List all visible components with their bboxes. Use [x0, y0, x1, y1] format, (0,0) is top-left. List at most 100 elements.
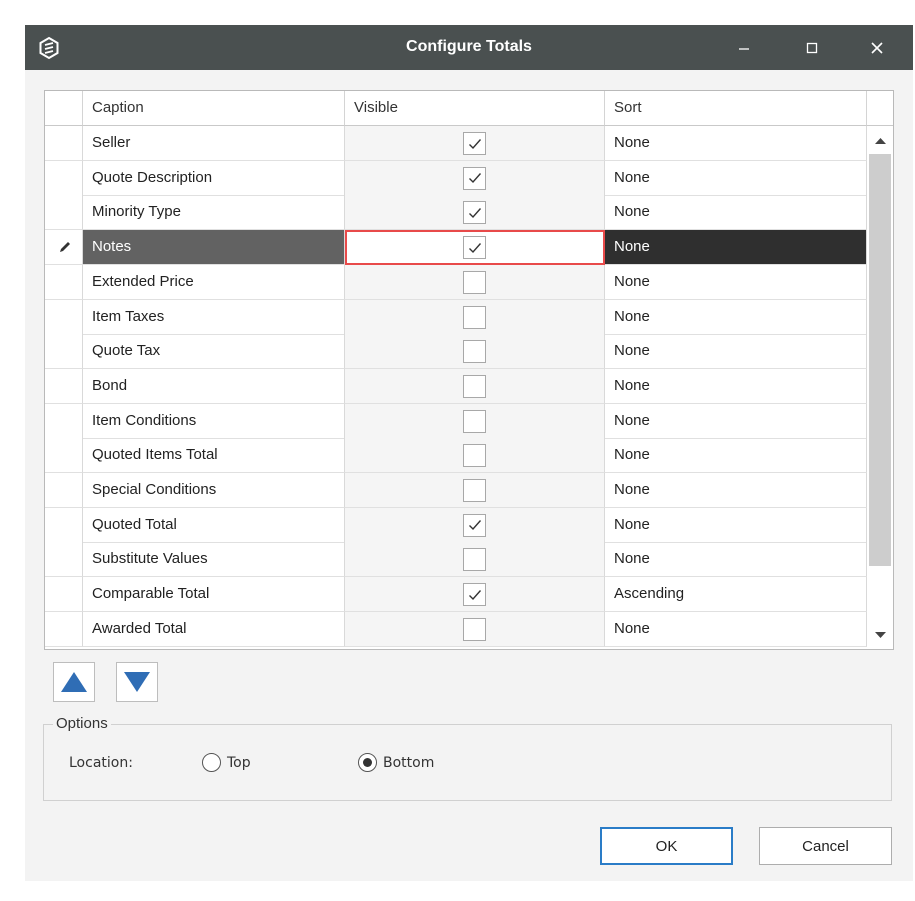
caption-cell[interactable]: Notes: [83, 230, 345, 266]
sort-cell[interactable]: None: [605, 542, 867, 578]
sort-cell[interactable]: None: [605, 611, 867, 647]
sort-cell[interactable]: None: [605, 507, 867, 543]
caption-cell[interactable]: Minority Type: [83, 195, 345, 231]
sort-cell[interactable]: Ascending: [605, 577, 867, 613]
sort-cell[interactable]: None: [605, 368, 867, 404]
row-indicator[interactable]: [45, 230, 83, 266]
sort-cell[interactable]: None: [605, 195, 867, 231]
caption-cell[interactable]: Item Taxes: [83, 299, 345, 335]
visible-checkbox[interactable]: [463, 409, 486, 433]
visible-cell[interactable]: [345, 577, 605, 613]
row-indicator[interactable]: [45, 126, 83, 161]
visible-checkbox[interactable]: [463, 583, 486, 607]
move-down-button[interactable]: [116, 662, 158, 702]
move-up-button[interactable]: [53, 662, 95, 702]
title-bar[interactable]: Configure Totals: [25, 25, 913, 70]
visible-cell[interactable]: [345, 264, 605, 300]
table-row[interactable]: Item Taxes None: [45, 299, 867, 335]
row-indicator[interactable]: [45, 264, 83, 300]
visible-checkbox[interactable]: [463, 305, 486, 329]
visible-cell[interactable]: [345, 160, 605, 196]
sort-cell[interactable]: None: [605, 264, 867, 300]
visible-checkbox[interactable]: [463, 270, 486, 294]
caption-cell[interactable]: Special Conditions: [83, 473, 345, 508]
radio-circle-top[interactable]: [202, 753, 221, 772]
sort-cell[interactable]: None: [605, 438, 867, 474]
row-indicator[interactable]: [45, 160, 83, 196]
radio-circle-bottom[interactable]: [358, 753, 377, 772]
caption-cell[interactable]: Quote Tax: [83, 334, 345, 370]
visible-cell[interactable]: [345, 299, 605, 335]
maximize-button[interactable]: [789, 25, 835, 70]
scroll-up-icon[interactable]: [875, 137, 886, 145]
visible-checkbox[interactable]: [463, 132, 486, 155]
sort-cell[interactable]: None: [605, 160, 867, 196]
caption-cell[interactable]: Item Conditions: [83, 403, 345, 439]
row-indicator[interactable]: [45, 611, 83, 647]
sort-cell[interactable]: None: [605, 299, 867, 335]
row-indicator[interactable]: [45, 542, 83, 578]
table-row[interactable]: Comparable Total Ascending: [45, 577, 867, 613]
visible-cell[interactable]: [345, 334, 605, 370]
visible-cell[interactable]: [345, 368, 605, 404]
table-row[interactable]: Quote Description None: [45, 160, 867, 196]
table-row[interactable]: Awarded Total None: [45, 611, 867, 647]
caption-cell[interactable]: Quoted Items Total: [83, 438, 345, 474]
row-indicator[interactable]: [45, 195, 83, 231]
caption-cell[interactable]: Extended Price: [83, 264, 345, 300]
visible-cell[interactable]: [345, 611, 605, 647]
row-indicator[interactable]: [45, 403, 83, 439]
table-row[interactable]: Quote Tax None: [45, 334, 867, 370]
table-row[interactable]: Extended Price None: [45, 264, 867, 300]
visible-cell[interactable]: [345, 403, 605, 439]
cancel-button[interactable]: Cancel: [759, 827, 892, 865]
column-header-visible[interactable]: Visible: [345, 91, 605, 126]
row-indicator[interactable]: [45, 438, 83, 474]
visible-checkbox[interactable]: [463, 479, 486, 502]
table-row[interactable]: Bond None: [45, 368, 867, 404]
caption-cell[interactable]: Substitute Values: [83, 542, 345, 578]
row-indicator[interactable]: [45, 334, 83, 370]
caption-cell[interactable]: Awarded Total: [83, 611, 345, 647]
ok-button[interactable]: OK: [600, 827, 733, 865]
sort-cell[interactable]: None: [605, 334, 867, 370]
location-radio-bottom[interactable]: Bottom: [358, 753, 434, 772]
visible-cell[interactable]: [345, 126, 605, 161]
totals-grid[interactable]: Caption Visible Sort Seller None Quote Des…: [44, 90, 894, 650]
row-indicator[interactable]: [45, 299, 83, 335]
visible-checkbox[interactable]: [463, 513, 486, 537]
visible-checkbox[interactable]: [463, 236, 486, 260]
minimize-button[interactable]: [721, 25, 767, 70]
visible-checkbox[interactable]: [463, 374, 486, 398]
column-header-sort[interactable]: Sort: [605, 91, 867, 126]
caption-cell[interactable]: Seller: [83, 126, 345, 161]
caption-cell[interactable]: Quote Description: [83, 160, 345, 196]
sort-cell[interactable]: None: [605, 403, 867, 439]
row-indicator[interactable]: [45, 473, 83, 508]
caption-cell[interactable]: Comparable Total: [83, 577, 345, 613]
location-radio-top[interactable]: Top: [202, 753, 251, 772]
table-row[interactable]: Item Conditions None: [45, 403, 867, 439]
row-indicator[interactable]: [45, 368, 83, 404]
visible-cell[interactable]: [345, 507, 605, 543]
visible-cell[interactable]: [345, 542, 605, 578]
table-row[interactable]: Seller None: [45, 126, 867, 161]
visible-checkbox[interactable]: [463, 340, 486, 364]
visible-cell[interactable]: [345, 438, 605, 474]
visible-checkbox[interactable]: [463, 548, 486, 572]
scroll-down-icon[interactable]: [875, 631, 886, 639]
visible-checkbox[interactable]: [463, 444, 486, 468]
column-header-caption[interactable]: Caption: [83, 91, 345, 126]
table-row[interactable]: Substitute Values None: [45, 542, 867, 578]
visible-checkbox[interactable]: [463, 166, 486, 190]
row-indicator[interactable]: [45, 577, 83, 613]
table-row[interactable]: Quoted Items Total None: [45, 438, 867, 474]
table-row[interactable]: Quoted Total None: [45, 507, 867, 543]
visible-cell[interactable]: [345, 195, 605, 231]
visible-cell[interactable]: [345, 230, 605, 266]
table-row[interactable]: Special Conditions None: [45, 473, 867, 508]
row-indicator[interactable]: [45, 507, 83, 543]
close-button[interactable]: [854, 25, 900, 70]
scrollbar-thumb[interactable]: [869, 154, 891, 566]
vertical-scrollbar[interactable]: [867, 126, 893, 649]
